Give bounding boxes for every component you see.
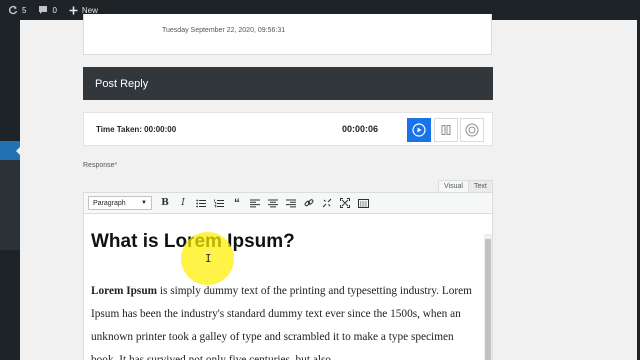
content-paragraph: Lorem Ipsum is simply dummy text of the …	[91, 280, 479, 360]
editor-scrollbar-thumb[interactable]	[485, 239, 491, 360]
blockquote-icon[interactable]: “	[228, 195, 246, 211]
updates-item[interactable]: 5	[8, 5, 26, 15]
previous-reply-date: Tuesday September 22, 2020, 09:56:31	[162, 27, 286, 34]
editor-toolbar: Paragraph ▼ B I “	[83, 192, 493, 214]
timer-stop-button[interactable]	[460, 118, 484, 142]
play-icon	[412, 123, 426, 137]
post-reply-header: Post Reply	[83, 67, 493, 100]
unlink-icon[interactable]	[318, 195, 336, 211]
chevron-down-icon: ▼	[141, 200, 147, 206]
tab-text[interactable]: Text	[468, 180, 493, 192]
response-label: Response*	[83, 162, 117, 169]
align-left-icon[interactable]	[246, 195, 264, 211]
timer-bar: Time Taken: 00:00:00 00:00:06	[83, 112, 493, 146]
bullet-list-icon[interactable]	[192, 195, 210, 211]
admin-sidebar	[0, 20, 21, 360]
tab-visual[interactable]: Visual	[438, 180, 469, 192]
link-icon[interactable]	[300, 195, 318, 211]
bold-icon[interactable]: B	[156, 195, 174, 211]
align-center-icon[interactable]	[264, 195, 282, 211]
align-right-icon[interactable]	[282, 195, 300, 211]
pause-icon	[441, 125, 451, 135]
stop-icon	[465, 123, 479, 137]
fullscreen-icon[interactable]	[336, 195, 354, 211]
plus-icon	[69, 6, 78, 14]
time-taken-label: Time Taken: 00:00:00	[96, 125, 177, 134]
numbered-list-icon[interactable]	[210, 195, 228, 211]
previous-reply-card: Tuesday September 22, 2020, 09:56:31	[83, 14, 492, 55]
sidebar-active-arrow	[16, 146, 21, 156]
timer-pause-button[interactable]	[434, 118, 458, 142]
updates-count: 5	[22, 5, 27, 15]
editor-content[interactable]: What is Lorem Ipsum? Lorem Ipsum is simp…	[83, 214, 493, 360]
comments-count: 0	[52, 5, 57, 15]
timer-play-button[interactable]	[407, 118, 431, 142]
toolbar-toggle-icon[interactable]	[354, 195, 372, 211]
response-label-text: Response	[83, 162, 115, 169]
comment-icon	[39, 6, 48, 14]
required-marker: *	[114, 162, 118, 169]
format-select-value: Paragraph	[93, 199, 126, 207]
italic-icon[interactable]: I	[174, 195, 192, 211]
format-select[interactable]: Paragraph ▼	[88, 196, 152, 210]
comments-item[interactable]: 0	[38, 5, 57, 15]
post-reply-title: Post Reply	[95, 77, 149, 90]
updates-icon	[8, 5, 18, 15]
sidebar-submenu	[0, 160, 20, 250]
text-cursor-icon: I	[205, 252, 212, 265]
paragraph-bold-text: Lorem Ipsum	[91, 285, 158, 297]
timer-live-value: 00:00:06	[342, 124, 379, 134]
